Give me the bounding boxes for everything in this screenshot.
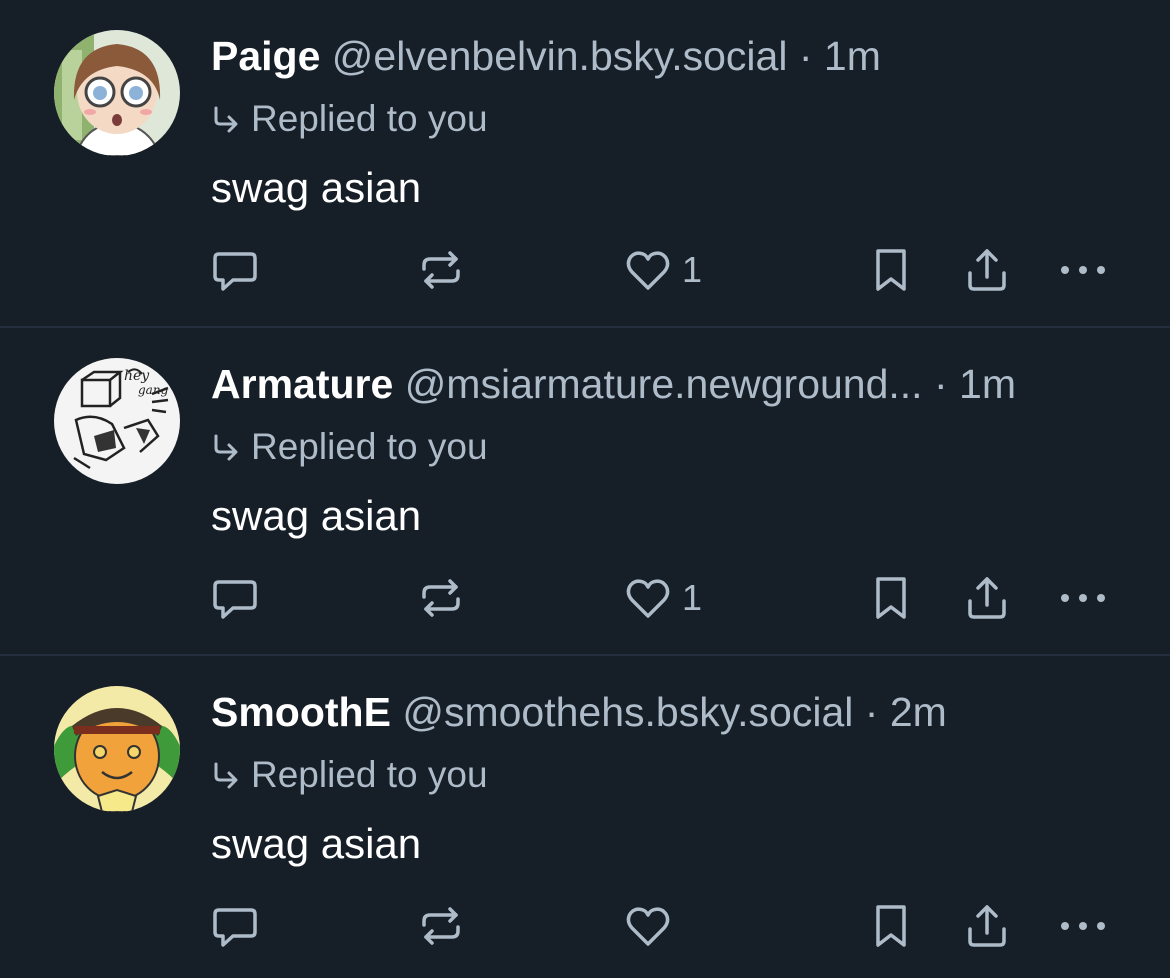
like-count: 1 — [682, 249, 703, 290]
post-header: Armature @msiarmature.newground... · 1m — [211, 356, 1016, 412]
avatar[interactable] — [54, 30, 180, 156]
user-handle[interactable]: @msiarmature.newground... — [405, 361, 923, 407]
speech-bubble-icon — [213, 908, 257, 947]
post-item[interactable]: Paige @elvenbelvin.bsky.social · 1m Repl… — [0, 0, 1170, 328]
repost-arrows-icon — [422, 579, 460, 617]
post-actions: 1 — [0, 242, 1170, 302]
repost-button[interactable] — [416, 570, 466, 626]
notification-feed: Paige @elvenbelvin.bsky.social · 1m Repl… — [0, 0, 1170, 978]
bookmark-icon — [876, 905, 906, 947]
reply-arrow-icon — [214, 762, 238, 789]
svg-text:hey: hey — [124, 368, 150, 384]
reply-indicator-text: Replied to you — [251, 98, 488, 139]
reply-button[interactable] — [211, 242, 259, 298]
reply-arrow-icon — [214, 434, 238, 461]
more-dots-icon — [1061, 922, 1105, 930]
avatar-armature-image: hey gang — [54, 358, 180, 484]
post-item[interactable]: SmoothE @smoothehs.bsky.social · 2m Repl… — [0, 656, 1170, 978]
repost-arrows-icon — [422, 907, 460, 945]
avatar[interactable] — [54, 686, 180, 812]
display-name[interactable]: Paige — [211, 33, 320, 79]
user-handle[interactable]: @smoothehs.bsky.social — [402, 689, 853, 735]
heart-icon — [626, 579, 670, 618]
post-item[interactable]: hey gang Armature @msiarmature.newground… — [0, 328, 1170, 656]
heart-icon — [626, 907, 670, 946]
like-count: 1 — [682, 577, 703, 618]
reply-button[interactable] — [211, 570, 259, 626]
post-header: SmoothE @smoothehs.bsky.social · 2m — [211, 684, 947, 740]
more-dots-icon — [1061, 266, 1105, 274]
repost-button[interactable] — [416, 242, 466, 298]
repost-arrows-icon — [422, 251, 460, 289]
speech-bubble-icon — [213, 580, 257, 619]
reply-arrow-icon — [214, 106, 238, 133]
share-upload-icon — [968, 249, 1006, 291]
reply-indicator-text: Replied to you — [251, 754, 488, 795]
avatar[interactable]: hey gang — [54, 358, 180, 484]
reply-button[interactable] — [211, 898, 259, 954]
timestamp[interactable]: 2m — [890, 689, 947, 735]
timestamp[interactable]: 1m — [824, 33, 881, 79]
svg-text:gang: gang — [138, 383, 169, 397]
more-options-button[interactable] — [1058, 242, 1108, 298]
display-name[interactable]: Armature — [211, 361, 393, 407]
reply-indicator: Replied to you — [211, 422, 488, 472]
separator-dot: · — [933, 361, 948, 407]
share-upload-icon — [968, 577, 1006, 619]
post-body: swag asian — [211, 820, 422, 867]
separator-dot: · — [798, 33, 813, 79]
reply-indicator: Replied to you — [211, 94, 488, 144]
reply-indicator-text: Replied to you — [251, 426, 488, 467]
post-actions — [0, 898, 1170, 958]
display-name[interactable]: SmoothE — [211, 689, 391, 735]
post-header: Paige @elvenbelvin.bsky.social · 1m — [211, 28, 881, 84]
more-dots-icon — [1061, 594, 1105, 602]
post-body: swag asian — [211, 164, 422, 211]
avatar-paige-image — [54, 30, 180, 156]
avatar-smoothe-image — [54, 686, 180, 812]
bookmark-icon — [876, 249, 906, 291]
share-button[interactable] — [964, 242, 1010, 298]
separator-dot: · — [864, 689, 879, 735]
like-button[interactable] — [624, 898, 682, 954]
more-options-button[interactable] — [1058, 570, 1108, 626]
bookmark-button[interactable] — [868, 242, 914, 298]
speech-bubble-icon — [213, 252, 257, 291]
post-actions: 1 — [0, 570, 1170, 630]
like-button[interactable]: 1 — [624, 242, 702, 298]
post-body: swag asian — [211, 492, 422, 539]
like-button[interactable]: 1 — [624, 570, 702, 626]
share-button[interactable] — [964, 570, 1010, 626]
timestamp[interactable]: 1m — [959, 361, 1016, 407]
bookmark-button[interactable] — [868, 570, 914, 626]
user-handle[interactable]: @elvenbelvin.bsky.social — [332, 33, 788, 79]
repost-button[interactable] — [416, 898, 466, 954]
bookmark-icon — [876, 577, 906, 619]
share-button[interactable] — [964, 898, 1010, 954]
more-options-button[interactable] — [1058, 898, 1108, 954]
share-upload-icon — [968, 905, 1006, 947]
heart-icon — [626, 251, 670, 290]
reply-indicator: Replied to you — [211, 750, 488, 800]
bookmark-button[interactable] — [868, 898, 914, 954]
